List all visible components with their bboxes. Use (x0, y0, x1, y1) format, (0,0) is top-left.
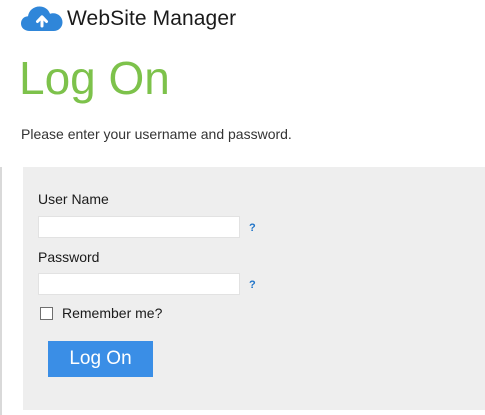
remember-me-checkbox[interactable] (40, 306, 53, 320)
username-label: User Name (38, 191, 109, 207)
password-label: Password (38, 249, 100, 265)
left-divider (0, 167, 2, 415)
password-help-link[interactable]: ? (249, 279, 256, 291)
header: WebSite Manager (20, 4, 236, 34)
remember-me-label[interactable]: Remember me? (62, 305, 162, 321)
instructions-text: Please enter your username and password. (21, 126, 292, 142)
page-title: Log On (19, 52, 170, 104)
login-form-panel: User Name ? Password ? Remember me? Log … (23, 167, 485, 410)
username-input[interactable] (38, 216, 240, 238)
log-on-button[interactable]: Log On (48, 341, 153, 377)
remember-me-row: Remember me? (40, 305, 162, 321)
password-input[interactable] (38, 273, 240, 295)
username-help-link[interactable]: ? (249, 222, 256, 234)
app-title: WebSite Manager (67, 7, 237, 30)
login-page: WebSite Manager Log On Please enter your… (0, 0, 485, 415)
cloud-upload-icon (21, 6, 63, 31)
